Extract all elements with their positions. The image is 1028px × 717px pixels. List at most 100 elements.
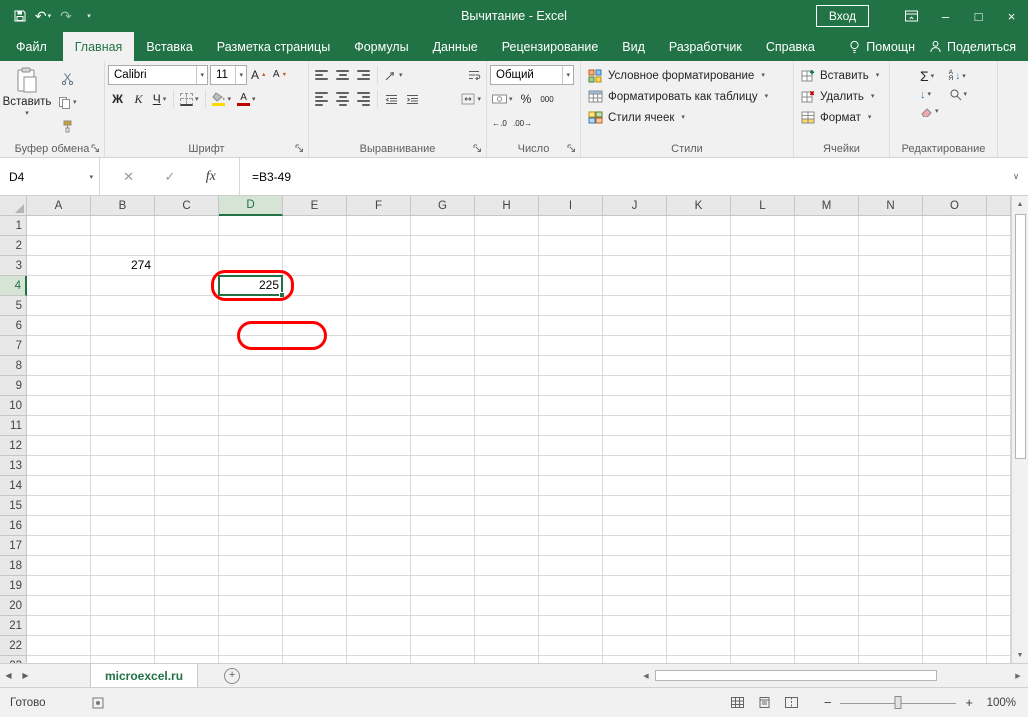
cell-A2[interactable] (27, 236, 91, 256)
cell-A13[interactable] (27, 456, 91, 476)
cell-D21[interactable] (219, 616, 283, 636)
column-header-M[interactable]: M (795, 196, 859, 216)
comma-style-button[interactable]: 000 (538, 89, 557, 109)
cell-C15[interactable] (155, 496, 219, 516)
cell-G19[interactable] (411, 576, 475, 596)
cell-F2[interactable] (347, 236, 411, 256)
cell-B14[interactable] (91, 476, 155, 496)
cell-I11[interactable] (539, 416, 603, 436)
cell-N23[interactable] (859, 656, 923, 663)
cell-H16[interactable] (475, 516, 539, 536)
cell-M5[interactable] (795, 296, 859, 316)
cell-E16[interactable] (283, 516, 347, 536)
align-center-button[interactable] (333, 89, 352, 109)
cell-E1[interactable] (283, 216, 347, 236)
dialog-launcher-icon[interactable] (567, 144, 576, 153)
cell-G8[interactable] (411, 356, 475, 376)
cell-K7[interactable] (667, 336, 731, 356)
cell-M8[interactable] (795, 356, 859, 376)
cell-I5[interactable] (539, 296, 603, 316)
cell-N5[interactable] (859, 296, 923, 316)
cell-I20[interactable] (539, 596, 603, 616)
cell-J16[interactable] (603, 516, 667, 536)
bold-button[interactable]: Ж (108, 89, 127, 109)
cell-L2[interactable] (731, 236, 795, 256)
vertical-scrollbar-thumb[interactable] (1014, 214, 1026, 459)
cell-B9[interactable] (91, 376, 155, 396)
cut-button[interactable] (56, 68, 79, 88)
percent-style-button[interactable]: % (517, 89, 536, 109)
expand-formula-bar-button[interactable]: ∨ (1004, 158, 1028, 195)
cell-E7[interactable] (283, 336, 347, 356)
cell-J17[interactable] (603, 536, 667, 556)
cell-C12[interactable] (155, 436, 219, 456)
column-header-C[interactable]: C (155, 196, 219, 216)
cell-C16[interactable] (155, 516, 219, 536)
column-header-H[interactable]: H (475, 196, 539, 216)
cell-K1[interactable] (667, 216, 731, 236)
format-cells-button[interactable]: Формат ▾ (796, 107, 887, 128)
cell-K13[interactable] (667, 456, 731, 476)
cell-M19[interactable] (795, 576, 859, 596)
row-header-6[interactable]: 6 (0, 316, 27, 336)
cell-A21[interactable] (27, 616, 91, 636)
cell-D10[interactable] (219, 396, 283, 416)
wrap-text-button[interactable] (464, 65, 483, 85)
cell-O4[interactable] (923, 276, 987, 296)
cell-A10[interactable] (27, 396, 91, 416)
cell-F15[interactable] (347, 496, 411, 516)
cell-I7[interactable] (539, 336, 603, 356)
row-header-14[interactable]: 14 (0, 476, 27, 496)
row-header-10[interactable]: 10 (0, 396, 27, 416)
row-header-16[interactable]: 16 (0, 516, 27, 536)
cell-M20[interactable] (795, 596, 859, 616)
cell-O2[interactable] (923, 236, 987, 256)
cell-M18[interactable] (795, 556, 859, 576)
cell-O20[interactable] (923, 596, 987, 616)
cell-D14[interactable] (219, 476, 283, 496)
column-header-F[interactable]: F (347, 196, 411, 216)
cell-A11[interactable] (27, 416, 91, 436)
cell-O5[interactable] (923, 296, 987, 316)
cell-L6[interactable] (731, 316, 795, 336)
format-as-table-button[interactable]: Форматировать как таблицу ▾ (583, 86, 791, 107)
cell-M22[interactable] (795, 636, 859, 656)
cell-F16[interactable] (347, 516, 411, 536)
cell-G16[interactable] (411, 516, 475, 536)
undo-button[interactable]: ↶ ▾ (33, 5, 53, 27)
cell-B12[interactable] (91, 436, 155, 456)
cell-O21[interactable] (923, 616, 987, 636)
cell-M3[interactable] (795, 256, 859, 276)
cell-N7[interactable] (859, 336, 923, 356)
cell-H10[interactable] (475, 396, 539, 416)
cell-F21[interactable] (347, 616, 411, 636)
cell-A7[interactable] (27, 336, 91, 356)
cell-F9[interactable] (347, 376, 411, 396)
cell-D4[interactable]: 225 (218, 275, 285, 298)
row-header-8[interactable]: 8 (0, 356, 27, 376)
align-top-button[interactable] (312, 65, 331, 85)
tab-home[interactable]: Главная (62, 32, 135, 61)
cell-H23[interactable] (475, 656, 539, 663)
formula-input[interactable]: =B3-49 (240, 158, 1004, 195)
cell-N3[interactable] (859, 256, 923, 276)
cell-N6[interactable] (859, 316, 923, 336)
increase-indent-button[interactable] (403, 89, 422, 109)
cell-L23[interactable] (731, 656, 795, 663)
cell-D20[interactable] (219, 596, 283, 616)
cell-A12[interactable] (27, 436, 91, 456)
cell-L13[interactable] (731, 456, 795, 476)
cell-F23[interactable] (347, 656, 411, 663)
cell-K9[interactable] (667, 376, 731, 396)
cell-I10[interactable] (539, 396, 603, 416)
row-header-3[interactable]: 3 (0, 256, 27, 276)
cell-K15[interactable] (667, 496, 731, 516)
cell-B13[interactable] (91, 456, 155, 476)
column-header-E[interactable]: E (283, 196, 347, 216)
clear-button[interactable]: ▾ (920, 105, 939, 117)
decrease-font-size-button[interactable]: А ▼ (270, 65, 289, 85)
cell-L20[interactable] (731, 596, 795, 616)
cell-B18[interactable] (91, 556, 155, 576)
cell-I16[interactable] (539, 516, 603, 536)
cell-I18[interactable] (539, 556, 603, 576)
